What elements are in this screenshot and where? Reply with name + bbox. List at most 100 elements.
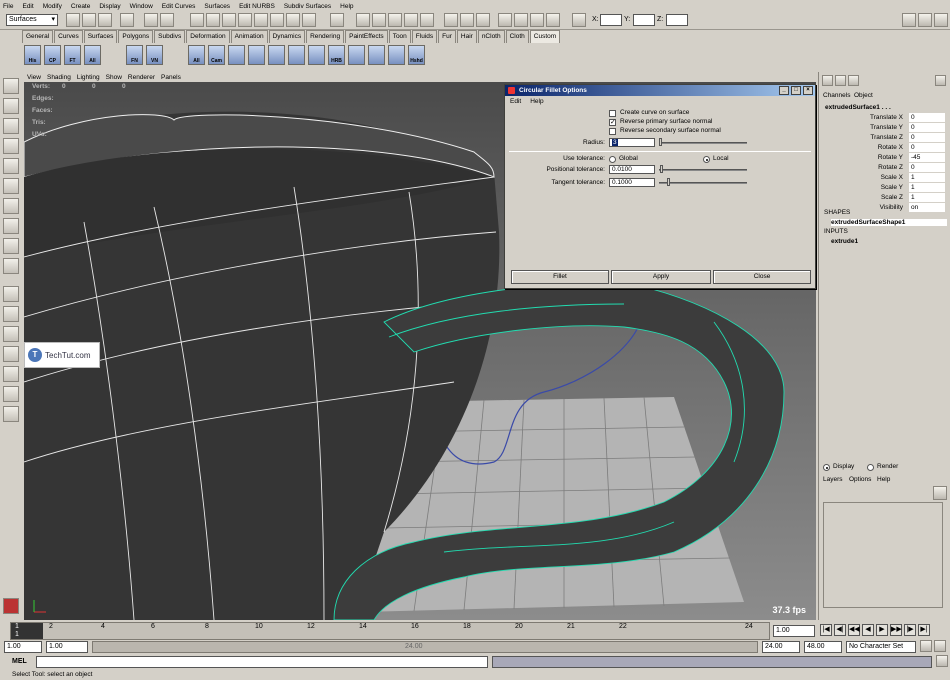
shelf-hrb-icon[interactable]: HRB [328,45,345,65]
time-slider[interactable]: 1 1 2 4 6 8 10 12 14 16 18 20 21 22 24 [10,622,770,640]
shelf-tool-5-icon[interactable] [388,45,405,65]
maximize-icon[interactable]: □ [791,86,801,95]
manipulator-tool-icon[interactable] [3,198,19,214]
menu-window[interactable]: Window [130,3,153,10]
help-icon[interactable] [935,75,946,86]
mask-curves-icon[interactable] [222,13,236,27]
tab-animation[interactable]: Animation [230,30,268,43]
start-time-field[interactable]: 1.00 [4,641,42,653]
character-set-menu[interactable]: No Character Set [846,641,916,653]
reverse-secondary-checkbox[interactable] [609,128,616,135]
shelf-hshd-icon[interactable]: Hshd [408,45,425,65]
playback-start-field[interactable]: 1.00 [46,641,88,653]
dialog-menu-help[interactable]: Help [530,98,543,105]
layout-options-icon[interactable] [3,406,19,422]
tab-curves[interactable]: Curves [54,30,83,43]
shape-name[interactable]: extrudedSurfaceShape1 [831,219,947,226]
shelf-tool-4-icon[interactable] [308,45,325,65]
shelf-cv-icon[interactable]: CP [44,45,61,65]
open-scene-icon[interactable] [82,13,96,27]
attr-value-visibility[interactable]: on [909,203,945,212]
positional-tolerance-slider[interactable] [659,169,747,171]
tab-object[interactable]: Object [854,92,873,99]
attr-value-translate-x[interactable]: 0 [909,113,945,122]
play-backward-icon[interactable]: ◀ [862,624,874,636]
x-input[interactable] [600,14,622,26]
go-to-end-icon[interactable]: ▶| [918,624,930,636]
tab-paint-effects[interactable]: PaintEffects [345,30,388,43]
radius-field[interactable]: 3 [609,138,655,147]
attr-value-rotate-z[interactable]: 0 [909,163,945,172]
layer-menu-help[interactable]: Help [877,476,890,483]
vp-menu-renderer[interactable]: Renderer [128,74,155,81]
tab-cloth[interactable]: Cloth [505,30,529,43]
move-tool-icon[interactable] [3,138,19,154]
persp-outliner-layout-icon[interactable] [3,326,19,342]
paint-select-tool-icon[interactable] [3,118,19,134]
shelf-mel-icon[interactable] [368,45,385,65]
menu-help[interactable]: Help [340,3,353,10]
close-button[interactable]: Close [713,270,811,284]
command-language-label[interactable]: MEL [12,658,27,665]
current-time-field[interactable]: 1.00 [773,625,815,637]
shelf-vertex-normals-icon[interactable]: VN [146,45,163,65]
mask-deformers-icon[interactable] [254,13,268,27]
go-to-start-icon[interactable]: |◀ [820,624,832,636]
radius-slider[interactable] [659,142,747,144]
tab-custom[interactable]: Custom [529,30,561,43]
render-view-icon[interactable] [498,13,512,27]
attr-value-rotate-x[interactable]: 0 [909,143,945,152]
tolerance-global-radio[interactable] [609,156,616,163]
persp-graph-layout-icon[interactable] [3,346,19,362]
radius-slider-thumb[interactable] [659,138,662,146]
y-input[interactable] [633,14,655,26]
positional-tolerance-thumb[interactable] [660,165,663,173]
show-manipulator-icon[interactable] [3,238,19,254]
shelf-cross-icon[interactable] [348,45,365,65]
layer-editor-toggle-icon[interactable] [835,75,846,86]
apply-button[interactable]: Apply [611,270,711,284]
input-mode-icon[interactable] [572,13,586,27]
tab-polygons[interactable]: Polygons [118,30,154,43]
single-perspective-layout-icon[interactable] [3,286,19,302]
attr-value-rotate-y[interactable]: -45 [909,153,945,162]
vp-menu-shading[interactable]: Shading [47,74,71,81]
output-history-icon[interactable] [460,13,474,27]
attr-value-scale-x[interactable]: 1 [909,173,945,182]
tab-rendering[interactable]: Rendering [306,30,345,43]
tangent-tolerance-field[interactable]: 0.1000 [609,178,655,187]
attr-value-translate-z[interactable]: 0 [909,133,945,142]
tab-surfaces[interactable]: Surfaces [83,30,118,43]
select-tool-icon[interactable] [3,78,19,94]
select-component-icon[interactable] [160,13,174,27]
render-settings-icon[interactable] [546,13,560,27]
fillet-button[interactable]: Fillet [511,270,609,284]
dialog-titlebar[interactable]: Circular Fillet Options _ □ × [505,85,815,96]
close-icon[interactable]: × [803,86,813,95]
tab-channels[interactable]: Channels [823,92,850,99]
layer-menu-layers[interactable]: Layers [823,476,843,483]
menu-edit-nurbs[interactable]: Edit NURBS [239,3,275,10]
tangent-tolerance-slider[interactable] [659,182,747,184]
reverse-primary-checkbox[interactable]: ✓ [609,119,616,126]
command-input[interactable] [36,656,488,668]
playback-end-field[interactable]: 24.00 [762,641,800,653]
snap-point-icon[interactable] [388,13,402,27]
auto-key-icon[interactable] [920,640,932,652]
shelf-tool-2-icon[interactable] [248,45,265,65]
tab-fluids[interactable]: Fluids [411,30,438,43]
menu-modify[interactable]: Modify [43,3,62,10]
render-frame-icon[interactable] [514,13,528,27]
last-tool-icon[interactable] [3,258,19,274]
lock-selection-icon[interactable] [330,13,344,27]
tab-fur[interactable]: Fur [438,30,456,43]
display-layer-radio[interactable] [823,464,830,471]
shelf-play-icon[interactable] [288,45,305,65]
rotate-tool-icon[interactable] [3,158,19,174]
tab-dynamics[interactable]: Dynamics [268,30,306,43]
minimize-icon[interactable]: _ [779,86,789,95]
attr-value-scale-z[interactable]: 1 [909,193,945,202]
menu-display[interactable]: Display [99,3,120,10]
attr-value-scale-y[interactable]: 1 [909,183,945,192]
shelf-tool-1-icon[interactable] [228,45,245,65]
